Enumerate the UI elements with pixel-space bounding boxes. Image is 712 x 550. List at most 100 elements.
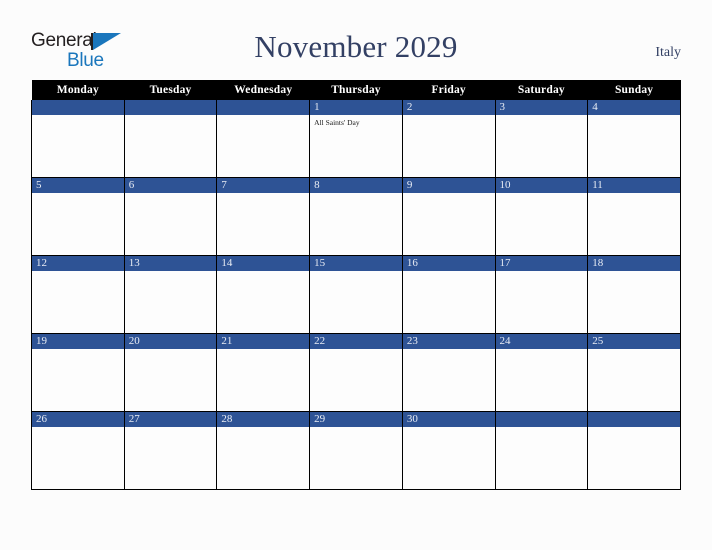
day-number: 23: [402, 334, 495, 349]
day-number: 12: [32, 256, 124, 271]
calendar-day-cell[interactable]: 30: [401, 411, 496, 490]
calendar-day-cell[interactable]: 28: [216, 411, 311, 490]
day-number: 10: [495, 178, 588, 193]
day-cell-content: 8: [310, 178, 402, 255]
weekday-header-sunday: Sunday: [587, 80, 681, 100]
day-number: 21: [217, 334, 310, 349]
day-number: [124, 100, 217, 115]
day-events: [125, 271, 217, 274]
day-number: 27: [124, 412, 217, 427]
day-number: 11: [588, 178, 680, 193]
day-events: [403, 349, 495, 352]
day-events: [125, 349, 217, 352]
day-number: 13: [124, 256, 217, 271]
calendar-week-row: 19 20 21 22 23 24 25: [31, 333, 681, 412]
day-events: [403, 427, 495, 430]
calendar-day-cell[interactable]: 14: [216, 255, 311, 334]
day-cell-content: 28: [217, 412, 310, 489]
calendar-empty-cell[interactable]: [216, 100, 311, 178]
day-number: 25: [588, 334, 680, 349]
day-events: All Saints' Day: [310, 115, 402, 128]
day-events: [403, 193, 495, 196]
calendar-day-cell[interactable]: 26: [31, 411, 125, 490]
page-title: November 2029: [254, 29, 458, 64]
day-number: 2: [402, 100, 495, 115]
day-number: 15: [310, 256, 402, 271]
calendar-day-cell[interactable]: 3: [494, 100, 589, 178]
calendar-day-cell[interactable]: 24: [494, 333, 589, 412]
weekday-header-wednesday: Wednesday: [216, 80, 310, 100]
calendar-day-cell[interactable]: 7: [216, 177, 311, 256]
calendar-grid: Monday Tuesday Wednesday Thursday Friday Satu…: [31, 80, 681, 490]
calendar-empty-cell[interactable]: [587, 411, 681, 490]
weekday-header-thursday: Thursday: [309, 80, 403, 100]
day-cell-content: 26: [32, 412, 124, 489]
calendar-day-cell[interactable]: 19: [31, 333, 125, 412]
calendar-day-cell[interactable]: 16: [401, 255, 496, 334]
day-number: 26: [32, 412, 124, 427]
day-cell-content: 15: [310, 256, 402, 333]
day-events: [32, 427, 124, 430]
calendar-day-cell[interactable]: 5: [31, 177, 125, 256]
calendar-header-row: Monday Tuesday Wednesday Thursday Friday Satu…: [31, 80, 681, 100]
day-events: [217, 427, 309, 430]
day-number: 7: [217, 178, 310, 193]
day-cell-content: 27: [124, 412, 217, 489]
calendar-day-cell[interactable]: 10: [494, 177, 589, 256]
calendar-day-cell[interactable]: 4: [587, 100, 681, 178]
calendar-empty-cell[interactable]: [123, 100, 218, 178]
day-events: [310, 349, 402, 352]
day-events: [588, 427, 680, 430]
day-number: 24: [495, 334, 588, 349]
calendar-empty-cell[interactable]: [494, 411, 589, 490]
day-cell-content: [495, 412, 588, 489]
calendar-day-cell[interactable]: 17: [494, 255, 589, 334]
calendar-day-cell[interactable]: 8: [309, 177, 403, 256]
weekday-header-friday: Friday: [402, 80, 496, 100]
day-events: [403, 271, 495, 274]
calendar-day-cell[interactable]: 18: [587, 255, 681, 334]
day-events: [496, 349, 588, 352]
day-number: [588, 412, 680, 427]
day-events: [125, 115, 217, 118]
day-number: 17: [495, 256, 588, 271]
calendar-day-cell[interactable]: 15: [309, 255, 403, 334]
calendar-day-cell[interactable]: 2: [401, 100, 496, 178]
calendar-day-cell[interactable]: 27: [123, 411, 218, 490]
day-cell-content: 17: [495, 256, 588, 333]
calendar-day-cell[interactable]: 25: [587, 333, 681, 412]
calendar-day-cell[interactable]: 11: [587, 177, 681, 256]
calendar-day-cell[interactable]: 13: [123, 255, 218, 334]
day-events: [32, 115, 124, 118]
calendar-week-row: 1 All Saints' Day 2 3 4: [31, 100, 681, 178]
day-events: [217, 271, 309, 274]
day-cell-content: 20: [124, 334, 217, 411]
calendar-day-cell[interactable]: 6: [123, 177, 218, 256]
day-number: 4: [588, 100, 680, 115]
day-cell-content: 25: [588, 334, 680, 411]
calendar-day-cell[interactable]: 22: [309, 333, 403, 412]
day-cell-content: 6: [124, 178, 217, 255]
day-cell-content: 12: [32, 256, 124, 333]
calendar-day-cell[interactable]: 12: [31, 255, 125, 334]
day-cell-content: [217, 100, 310, 177]
page-header: General Blue November 2029 Italy: [0, 0, 712, 80]
calendar-day-cell[interactable]: 21: [216, 333, 311, 412]
day-cell-content: 2: [402, 100, 495, 177]
day-number: [32, 100, 124, 115]
day-cell-content: 9: [402, 178, 495, 255]
calendar-day-cell[interactable]: 20: [123, 333, 218, 412]
calendar-day-cell[interactable]: 23: [401, 333, 496, 412]
day-cell-content: [32, 100, 124, 177]
day-events: [217, 349, 309, 352]
calendar-day-cell[interactable]: 1 All Saints' Day: [309, 100, 403, 178]
calendar-empty-cell[interactable]: [31, 100, 125, 178]
day-cell-content: 19: [32, 334, 124, 411]
day-number: 22: [310, 334, 402, 349]
day-cell-content: 7: [217, 178, 310, 255]
day-cell-content: 21: [217, 334, 310, 411]
day-number: 3: [495, 100, 588, 115]
calendar-day-cell[interactable]: 29: [309, 411, 403, 490]
calendar-day-cell[interactable]: 9: [401, 177, 496, 256]
day-cell-content: 10: [495, 178, 588, 255]
